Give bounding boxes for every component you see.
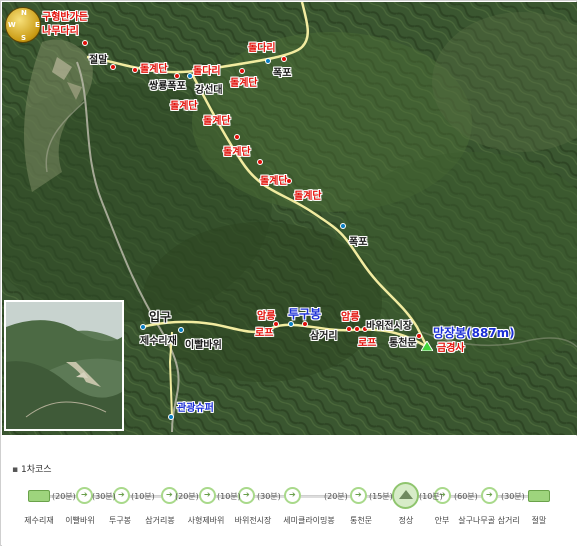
label-dolgyedan-6: 돌계단 [260, 176, 288, 187]
label-doldari-1: 돌다리 [193, 66, 221, 77]
waypoint-dot [178, 327, 184, 333]
waypoint-dot [239, 68, 245, 74]
stop-label: 사형제바위 [187, 516, 225, 525]
segment-time: (10분) [131, 492, 155, 501]
stop-label: 정상 [398, 516, 414, 525]
segment-time: (30분) [92, 492, 116, 501]
label-ippalbawi: 이빨바위 [185, 340, 222, 351]
stop-label: 절말 [531, 516, 547, 525]
stop-label: 살구나무골 삼거리 [458, 516, 520, 525]
stop-label: 제수리재 [24, 516, 54, 525]
inset-terrain [6, 302, 122, 429]
summit-triangle-icon [421, 341, 433, 351]
waypoint-dot [168, 414, 174, 420]
segment-time: (30분) [257, 492, 281, 501]
waypoint-dot [234, 134, 240, 140]
waypoint-dot [416, 333, 422, 339]
course-node [76, 487, 93, 504]
label-namudari: 나무다리 [42, 26, 79, 37]
course-node-summit [392, 482, 419, 509]
waypoint-dot [132, 67, 138, 73]
label-summit-manjangbong: 망장봉(887m) [433, 326, 515, 340]
segment-time: (10분) [419, 492, 443, 501]
waypoint-dot [340, 223, 346, 229]
segment-time: (60분) [454, 492, 478, 501]
segment-time: (20분) [324, 492, 348, 501]
waypoint-dot [281, 56, 287, 62]
label-amreung-2: 암릉 [341, 312, 360, 323]
waypoint-dot [140, 324, 146, 330]
course-title: ▪ 1차코스 [12, 465, 52, 475]
label-waterfall-2: 폭포 [349, 237, 368, 248]
stop-label: 투구봉 [108, 516, 132, 525]
label-dolgyedan-4: 돌계단 [203, 116, 231, 127]
label-jeolmal: 절말 [89, 55, 108, 66]
stop-label: 삼거리봉 [145, 516, 175, 525]
waypoint-dot [174, 73, 180, 79]
map-frame: N S E W 구형반가든 나무다리 절말 돌계단 쌍룡폭포 돌다리 강선대 돌… [0, 0, 577, 546]
label-gyeongbangarden: 구형반가든 [42, 12, 88, 23]
stop-label: 안부 [434, 516, 450, 525]
waypoint-dot [346, 326, 352, 332]
segment-time: (30분) [501, 492, 525, 501]
label-tugubong: 투구봉 [288, 307, 322, 321]
inset-3d-view [4, 300, 124, 431]
label-jesurijae: 제수리재 [140, 336, 177, 347]
waypoint-dot [354, 326, 360, 332]
segment-time: (10분) [217, 492, 241, 501]
waypoint-dot [286, 178, 292, 184]
course-node [199, 487, 216, 504]
waypoint-dot [302, 321, 308, 327]
label-ssangryong-waterfall: 쌍룡폭포 [149, 81, 186, 92]
label-bawijeonsijang: 바위전시장 [366, 321, 412, 332]
label-dolgyedan-7: 돌계단 [294, 191, 322, 202]
label-waterfall-1: 폭포 [273, 68, 292, 79]
stop-label: 세미클라이밍봉 [283, 516, 335, 525]
label-dolgyedan-1: 돌계단 [140, 64, 168, 75]
label-dolgyedan-5: 돌계단 [223, 147, 251, 158]
trail-map: N S E W 구형반가든 나무다리 절말 돌계단 쌍룡폭포 돌다리 강선대 돌… [2, 2, 577, 435]
label-dolgyedan-2: 돌계단 [230, 78, 258, 89]
label-gangseondae: 강선대 [195, 85, 223, 96]
stop-label: 바위전시장 [234, 516, 272, 525]
segment-time: (20분) [52, 492, 76, 501]
compass-icon: N S E W [5, 7, 41, 43]
label-amreung-1: 암릉 [257, 311, 276, 322]
course-node [284, 487, 301, 504]
course-legend: ▪ 1차코스 (20분) (30분) (10분) (20분) (10분) (30… [2, 436, 577, 546]
label-geumgyeongsa: 금경사 [437, 343, 465, 354]
label-doldari-2: 돌다리 [248, 43, 276, 54]
waypoint-dot [265, 58, 271, 64]
waypoint-dot [273, 321, 279, 327]
course-node [350, 487, 367, 504]
stop-label: 이빨바위 [65, 516, 95, 525]
label-tongcheonmun: 통천문 [389, 338, 417, 349]
label-entrance: 입구 [149, 310, 172, 324]
waypoint-dot [288, 321, 294, 327]
course-node [481, 487, 498, 504]
label-gwangwang-super: 관광슈퍼 [177, 403, 214, 414]
label-dolgyedan-3: 돌계단 [170, 101, 198, 112]
segment-time: (15분) [369, 492, 393, 501]
segment-time: (20분) [175, 492, 199, 501]
stop-label: 통천문 [349, 516, 373, 525]
label-rope-1: 로프 [255, 328, 274, 339]
waypoint-dot [82, 40, 88, 46]
label-samgeori: 삼거리 [310, 331, 338, 342]
course-node-end [528, 490, 550, 502]
waypoint-dot [257, 159, 263, 165]
waypoint-dot [110, 64, 116, 70]
label-rope-2: 로프 [358, 338, 377, 349]
course-node-start [28, 490, 50, 502]
